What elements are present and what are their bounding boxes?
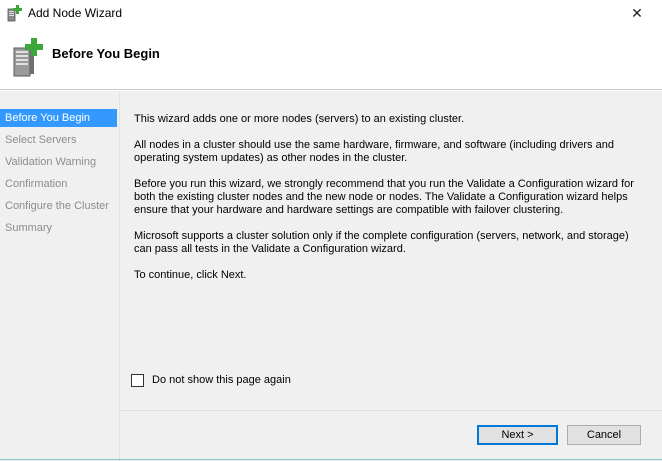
close-icon: ✕ xyxy=(631,4,643,21)
wizard-description: This wizard adds one or more nodes (serv… xyxy=(134,113,644,295)
nav-separator xyxy=(119,91,120,461)
nav-step-confirmation[interactable]: Confirmation xyxy=(0,175,118,193)
dont-show-again-label[interactable]: Do not show this page again xyxy=(152,374,291,386)
nav-step-validation-warning[interactable]: Validation Warning xyxy=(0,153,118,171)
nav-step-select-servers[interactable]: Select Servers xyxy=(0,131,118,149)
content-area: Before You Begin Select Servers Validati… xyxy=(0,91,662,461)
dont-show-again-option[interactable]: Do not show this page again xyxy=(131,373,291,387)
nav-step-summary[interactable]: Summary xyxy=(0,219,118,237)
validate-paragraph: Before you run this wizard, we strongly … xyxy=(134,178,634,216)
close-button[interactable]: ✕ xyxy=(612,0,662,26)
nav-step-before-you-begin[interactable]: Before You Begin xyxy=(0,109,117,127)
continue-paragraph: To continue, click Next. xyxy=(134,269,247,281)
server-add-icon xyxy=(13,38,43,77)
nav-step-configure-cluster[interactable]: Configure the Cluster xyxy=(0,197,118,215)
title-bar[interactable]: Add Node Wizard ✕ xyxy=(0,0,662,26)
wizard-header: Before You Begin xyxy=(0,26,662,90)
cancel-button[interactable]: Cancel xyxy=(567,425,641,445)
wizard-steps-nav: Before You Begin Select Servers Validati… xyxy=(0,107,118,461)
page-title: Before You Begin xyxy=(52,46,160,61)
intro-paragraph: This wizard adds one or more nodes (serv… xyxy=(134,113,465,125)
next-button[interactable]: Next > xyxy=(477,425,558,445)
window-bottom-edge xyxy=(0,459,662,460)
server-add-icon xyxy=(7,5,22,22)
support-paragraph: Microsoft supports a cluster solution on… xyxy=(134,230,629,255)
footer-divider xyxy=(120,410,662,411)
window-title: Add Node Wizard xyxy=(28,6,123,20)
hardware-paragraph: All nodes in a cluster should use the sa… xyxy=(134,139,614,164)
dont-show-again-checkbox[interactable] xyxy=(131,373,144,387)
